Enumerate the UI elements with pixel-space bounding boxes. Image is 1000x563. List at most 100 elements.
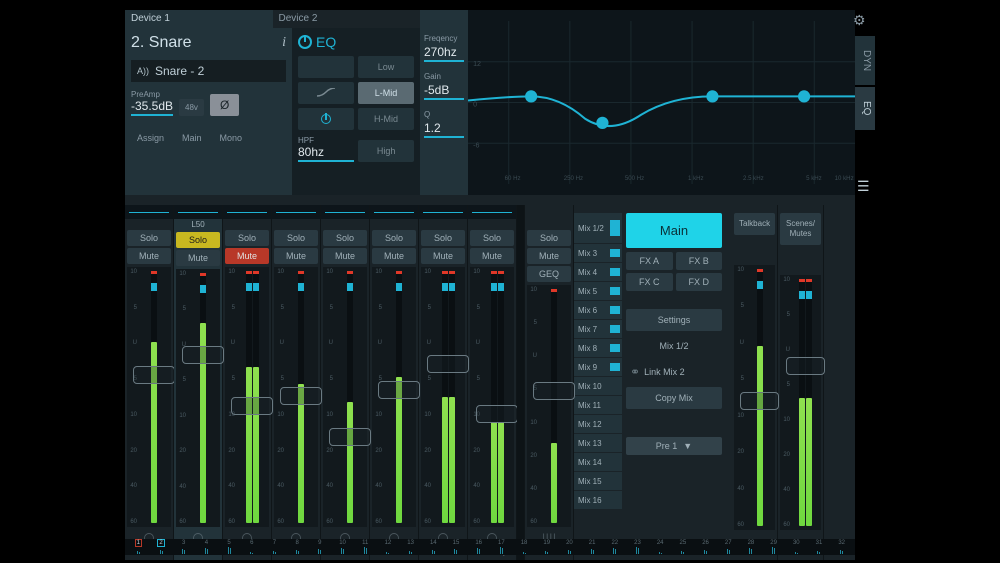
solo-button[interactable]: Solo [225,230,269,246]
shelf-low-icon[interactable] [298,56,354,78]
pre-post-button[interactable]: Pre 1▼ [626,437,722,455]
overview-ch-7[interactable]: 7 [263,539,286,555]
mix-select-10[interactable]: Mix 11 [574,396,622,414]
device-tab-0[interactable]: Device 1 [125,10,273,28]
q-value[interactable]: 1.2 [424,121,464,138]
solo-button[interactable]: Solo [372,230,416,246]
overview-ch-19[interactable]: 19 [535,539,558,555]
mix-select-7[interactable]: Mix 8 [574,339,622,357]
mix-select-3[interactable]: Mix 4 [574,263,622,281]
overview-ch-15[interactable]: 15 [445,539,468,555]
mix-select-15[interactable]: Mix 16 [574,491,622,509]
band-power-icon[interactable] [298,108,354,130]
pan-value[interactable] [419,219,467,229]
fader-cap[interactable] [427,355,469,373]
fader-cap[interactable] [378,381,420,399]
overview-ch-6[interactable]: 6 [240,539,263,555]
fader-cap[interactable] [740,392,779,410]
eq-graph[interactable]: 12 0 -6 60 Hz 250 Hz 500 Hz 1 kHz 2.5 kH… [468,10,855,195]
mix-select-2[interactable]: Mix 3 [574,244,622,262]
info-button[interactable]: i [282,35,286,51]
assign-button[interactable]: Assign [131,130,170,146]
overview-ch-17[interactable]: 17 [490,539,513,555]
pan-value[interactable] [321,219,369,229]
hpf-shape-icon[interactable] [298,82,354,104]
talkback-button[interactable]: Talkback [734,213,775,235]
eq-band-h-mid[interactable]: H-Mid [358,108,414,130]
overview-ch-22[interactable]: 22 [603,539,626,555]
copy-mix-button[interactable]: Copy Mix [626,387,722,409]
eq-thumbnail[interactable] [468,205,516,219]
mute-button[interactable]: Mute [323,248,367,264]
mix-select-14[interactable]: Mix 15 [574,472,622,490]
overview-ch-4[interactable]: 4 [195,539,218,555]
preamp-value[interactable]: -35.5dB [131,99,173,116]
mix-select-8[interactable]: Mix 9 [574,358,622,376]
overview-ch-29[interactable]: 29 [762,539,785,555]
mix-select-12[interactable]: Mix 13 [574,434,622,452]
solo-button[interactable]: Solo [470,230,514,246]
fader-cap[interactable] [786,357,825,375]
overview-ch-20[interactable]: 20 [558,539,581,555]
gain-value[interactable]: -5dB [424,83,464,100]
fx-button-0[interactable]: FX A [626,252,673,270]
fx-button-3[interactable]: FX D [676,273,723,291]
geq-button[interactable]: GEQ [527,266,571,282]
overview-ch-1[interactable]: 1 [127,539,150,555]
link-mix-button[interactable]: ⚭Link Mix 2 [626,361,722,383]
eq-thumbnail[interactable] [223,205,271,219]
overview-ch-13[interactable]: 13 [399,539,422,555]
mute-button[interactable]: Mute [274,248,318,264]
overview-ch-27[interactable]: 27 [717,539,740,555]
mix-select-4[interactable]: Mix 5 [574,282,622,300]
overview-ch-24[interactable]: 24 [649,539,672,555]
overview-ch-11[interactable]: 11 [354,539,377,555]
overview-ch-30[interactable]: 30 [785,539,808,555]
list-view-icon[interactable]: ☰ [857,178,870,195]
mix-select-11[interactable]: Mix 12 [574,415,622,433]
fader-cap[interactable] [280,387,322,405]
eq-thumbnail[interactable] [321,205,369,219]
overview-ch-8[interactable]: 8 [286,539,309,555]
overview-ch-18[interactable]: 18 [513,539,536,555]
overview-ch-23[interactable]: 23 [626,539,649,555]
mix-select-5[interactable]: Mix 6 [574,301,622,319]
assign-main-button[interactable]: Main [176,130,208,146]
eq-band-low[interactable]: Low [358,56,414,78]
solo-button[interactable]: Solo [323,230,367,246]
fader-cap[interactable] [329,428,371,446]
overview-ch-14[interactable]: 14 [422,539,445,555]
mute-button[interactable]: Mute [372,248,416,264]
fader-cap[interactable] [182,346,224,364]
pan-value[interactable] [272,219,320,229]
solo-button[interactable]: Solo [176,232,220,248]
overview-ch-21[interactable]: 21 [581,539,604,555]
overview-ch-32[interactable]: 32 [830,539,853,555]
solo-button[interactable]: Solo [127,230,171,246]
phantom-button[interactable]: 48v [179,99,204,116]
overview-ch-26[interactable]: 26 [694,539,717,555]
pan-value[interactable]: L50 [174,219,222,231]
device-tab-1[interactable]: Device 2 [273,10,421,28]
fader-cap[interactable] [231,397,273,415]
fader-cap[interactable] [133,366,175,384]
fx-button-2[interactable]: FX C [626,273,673,291]
eq-thumbnail[interactable] [419,205,467,219]
mix-select-9[interactable]: Mix 10 [574,377,622,395]
mute-button[interactable]: Mute [421,248,465,264]
pan-value[interactable] [223,219,271,229]
overview-ch-9[interactable]: 9 [309,539,332,555]
mix-select-6[interactable]: Mix 7 [574,320,622,338]
assign-mono-button[interactable]: Mono [214,130,249,146]
eq-thumbnail[interactable] [174,205,222,219]
mix-select-1[interactable]: Mix 1/2 [574,213,622,243]
overview-ch-16[interactable]: 16 [467,539,490,555]
overview-ch-2[interactable]: 2 [150,539,173,555]
eq-thumbnail[interactable] [272,205,320,219]
overview-ch-12[interactable]: 12 [377,539,400,555]
solo-button[interactable]: Solo [527,230,571,246]
scribble-strip[interactable]: A)) Snare - 2 [131,60,286,82]
mute-button[interactable]: Mute [225,248,269,264]
side-tab-dyn[interactable]: DYN [855,36,875,85]
eq-band-high[interactable]: High [358,140,414,162]
